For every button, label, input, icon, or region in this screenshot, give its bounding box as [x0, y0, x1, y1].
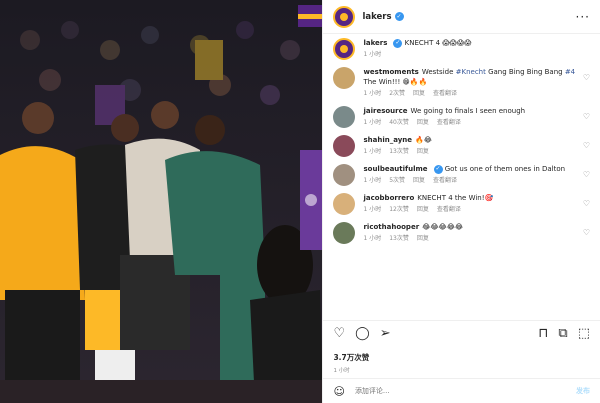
hashtag-link[interactable]: #Knecht [456, 68, 486, 76]
repost-icon[interactable]: ⬚ [578, 326, 590, 341]
caption-text: KNECHT 4 😱😱😱😱 [404, 39, 472, 47]
post-photo[interactable] [0, 0, 323, 403]
post-side-panel: lakers ✓ ··· lakers ✓ KNECHT 4 😱😱😱😱 1 小时 … [322, 0, 600, 403]
post-header: lakers ✓ ··· [323, 0, 600, 34]
avatar[interactable] [333, 222, 356, 244]
post-actions: ♡ ◯ ➢ ⊓ ⧉ ⬚ [323, 320, 600, 345]
like-count[interactable]: 3.7万次赞 [333, 352, 369, 363]
translate-button[interactable]: 查看翻译 [437, 206, 461, 213]
reply-button[interactable]: 回复 [413, 177, 425, 184]
comment-username[interactable]: jairesource [363, 107, 407, 115]
comment-icon[interactable]: ◯ [355, 326, 370, 341]
like-heart-icon[interactable]: ♡ [583, 141, 590, 150]
more-horizontal-icon[interactable]: ··· [576, 10, 590, 24]
instagram-post: lakers ✓ ··· lakers ✓ KNECHT 4 😱😱😱😱 1 小时 … [0, 0, 600, 403]
post-comment-button[interactable]: 发布 [576, 386, 590, 396]
like-heart-icon[interactable]: ♡ [583, 73, 590, 82]
comment-username[interactable]: westmoments [363, 68, 418, 76]
emoji-icon[interactable]: ☺ [333, 385, 344, 398]
comment-list: lakers ✓ KNECHT 4 😱😱😱😱 1 小时 westmoments We… [323, 34, 600, 307]
avatar[interactable] [333, 38, 356, 60]
save-bookmark-icon[interactable]: ⊓ [538, 326, 548, 341]
post-time: 1 小时 [333, 368, 350, 374]
reply-button[interactable]: 回复 [417, 119, 429, 126]
like-heart-icon[interactable]: ♡ [583, 199, 590, 208]
comment-username[interactable]: jacobborrero [363, 194, 414, 202]
verified-badge-icon: ✓ [393, 38, 403, 48]
comment-username[interactable]: ricothahooper [363, 223, 419, 231]
carousel-next-indicator[interactable] [305, 194, 317, 206]
comment-input[interactable] [352, 386, 576, 396]
avatar[interactable] [333, 5, 356, 28]
reply-button[interactable]: 回复 [417, 235, 429, 242]
translate-button[interactable]: 查看翻译 [433, 177, 457, 184]
avatar[interactable] [333, 193, 356, 215]
share-icon[interactable]: ➢ [380, 326, 391, 341]
list-item: soulbeautifulme ✓ Got us one of them ones… [333, 164, 590, 186]
verified-badge-icon: ✓ [433, 164, 443, 174]
reply-button[interactable]: 回复 [417, 206, 429, 213]
avatar[interactable] [333, 135, 356, 157]
caption-time: 1 小时 [363, 51, 382, 58]
reply-button[interactable]: 回复 [413, 90, 425, 97]
like-heart-icon[interactable]: ♡ [583, 112, 590, 121]
list-item: jacobborrero KNECHT 4 the Win!🎯 1 小时 12次赞回… [333, 193, 590, 215]
avatar[interactable] [333, 164, 356, 186]
like-heart-icon[interactable]: ♡ [583, 228, 590, 237]
list-item: ricothahooper 😂😂😂😂😂 1 小时 13次赞 回复 ♡ [333, 222, 590, 244]
avatar[interactable] [333, 67, 356, 89]
caption: lakers ✓ KNECHT 4 😱😱😱😱 1 小时 [333, 38, 590, 60]
translate-button[interactable]: 查看翻译 [433, 90, 457, 97]
comment-username[interactable]: shahin_ayne [363, 136, 412, 144]
caption-username[interactable]: lakers [363, 39, 387, 47]
add-to-collection-icon[interactable]: ⧉ [558, 326, 567, 341]
translate-button[interactable]: 查看翻译 [437, 119, 461, 126]
reply-button[interactable]: 回复 [417, 148, 429, 155]
list-item: shahin_ayne 🔥😂 1 小时 13次赞 回复 ♡ [333, 135, 590, 157]
list-item: westmoments Westside #Knecht Gang Bing Bi… [333, 67, 590, 99]
post-author[interactable]: lakers [362, 12, 391, 22]
hashtag-link[interactable]: #4 [565, 68, 575, 76]
celebration-photo [0, 0, 323, 403]
list-item: jairesource We going to finals I seen eno… [333, 106, 590, 128]
like-heart-icon[interactable]: ♡ [333, 326, 345, 341]
like-heart-icon[interactable]: ♡ [583, 170, 590, 179]
verified-badge-icon: ✓ [394, 12, 404, 21]
comment-username[interactable]: soulbeautifulme [363, 165, 427, 173]
add-comment-bar: ☺ 发布 [323, 378, 600, 403]
avatar[interactable] [333, 106, 356, 128]
